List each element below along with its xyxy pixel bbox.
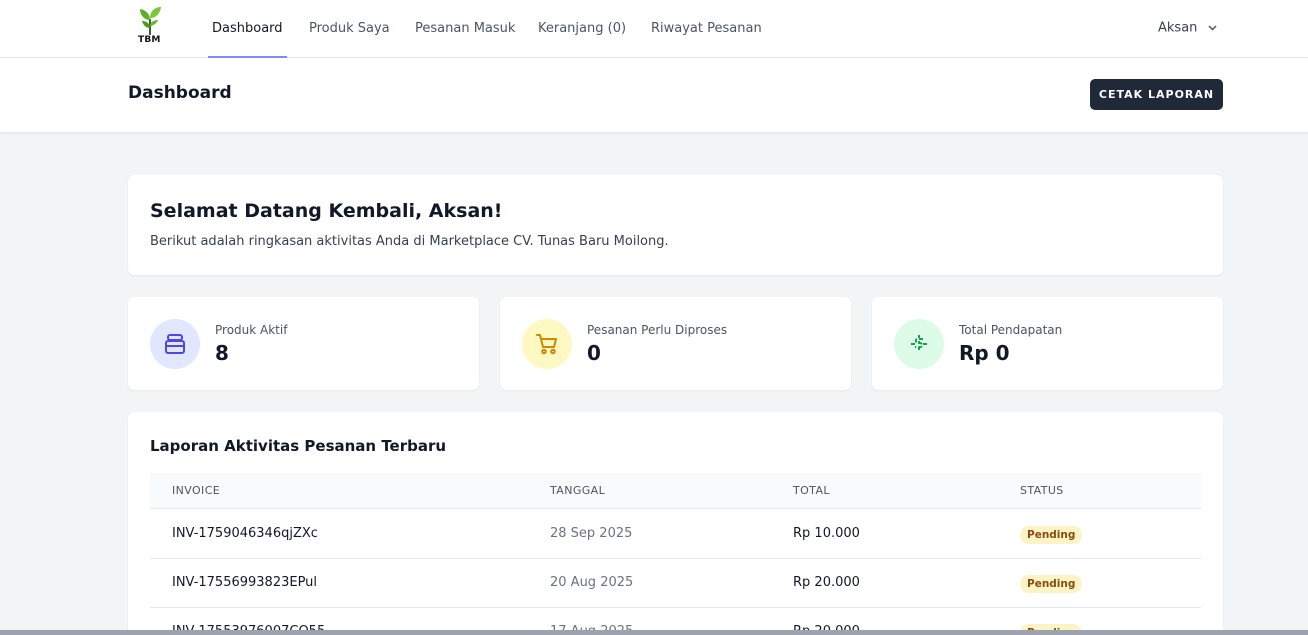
table-header: INVOICE TANGGAL TOTAL STATUS: [150, 473, 1201, 509]
user-menu-dropdown[interactable]: Aksan: [1158, 0, 1217, 58]
stat-card-orders-to-process: Pesanan Perlu Diproses 0: [500, 297, 851, 390]
stat-value: 8: [215, 341, 229, 365]
stat-card-total-revenue: Total Pendapatan Rp 0: [872, 297, 1223, 390]
welcome-card: Selamat Datang Kembali, Aksan! Berikut a…: [128, 175, 1223, 275]
cart-icon: [536, 334, 557, 355]
stat-icon-circle: [894, 319, 944, 369]
stat-label: Pesanan Perlu Diproses: [587, 323, 728, 337]
welcome-subtitle: Berikut adalah ringkasan aktivitas Anda …: [150, 234, 669, 249]
status-badge: Pending: [1020, 526, 1083, 544]
nav-link-keranjang[interactable]: Keranjang (0): [538, 0, 626, 58]
nav-link-pesanan-masuk[interactable]: Pesanan Masuk: [415, 0, 515, 58]
orders-title: Laporan Aktivitas Pesanan Terbaru: [150, 437, 447, 455]
nav-link-produk-saya[interactable]: Produk Saya: [309, 0, 390, 58]
order-total: Rp 10.000: [793, 526, 860, 541]
table-row[interactable]: INV-1759046346qjZXc 28 Sep 2025 Rp 10.00…: [150, 510, 1201, 559]
order-date: 28 Sep 2025: [550, 526, 633, 541]
order-total: Rp 20.000: [793, 575, 860, 590]
order-date: 20 Aug 2025: [550, 575, 634, 590]
stat-label: Total Pendapatan: [959, 323, 1063, 337]
stat-icon-circle: [150, 319, 200, 369]
tbm-logo[interactable]: TBM: [137, 6, 165, 46]
stat-label: Produk Aktif: [215, 323, 288, 337]
sprout-icon: [140, 7, 161, 35]
logo-text: TBM: [138, 35, 161, 45]
page-title: Dashboard: [128, 83, 232, 103]
status-badge: Pending: [1020, 575, 1083, 593]
top-navbar: TBM Dashboard Produk Saya Pesanan Masuk …: [0, 0, 1308, 58]
column-header-date: TANGGAL: [550, 484, 606, 497]
nav-link-riwayat-pesanan[interactable]: Riwayat Pesanan: [651, 0, 762, 58]
column-header-invoice: INVOICE: [172, 484, 221, 497]
stat-value: 0: [587, 341, 601, 365]
stat-card-active-products: Produk Aktif 8: [128, 297, 479, 390]
recent-orders-card: Laporan Aktivitas Pesanan Terbaru INVOIC…: [128, 412, 1223, 635]
page-header: Dashboard CETAK LAPORAN: [0, 58, 1308, 132]
stat-value: Rp 0: [959, 341, 1010, 365]
welcome-heading: Selamat Datang Kembali, Aksan!: [150, 200, 503, 222]
money-icon: [911, 335, 927, 353]
column-header-total: TOTAL: [793, 484, 830, 497]
stat-icon-circle: [522, 319, 572, 369]
chevron-down-icon: [1208, 0, 1217, 56]
window-bottom-edge: [0, 630, 1308, 635]
column-header-status: STATUS: [1020, 484, 1064, 497]
invoice-number: INV-1759046346qjZXc: [172, 526, 318, 541]
user-name: Aksan: [1158, 20, 1198, 36]
print-report-button[interactable]: CETAK LAPORAN: [1090, 79, 1223, 110]
invoice-number: INV-17556993823EPul: [172, 575, 318, 590]
table-row[interactable]: INV-17556993823EPul 20 Aug 2025 Rp 20.00…: [150, 559, 1201, 608]
nav-link-dashboard[interactable]: Dashboard: [208, 0, 287, 58]
box-icon: [165, 334, 185, 354]
